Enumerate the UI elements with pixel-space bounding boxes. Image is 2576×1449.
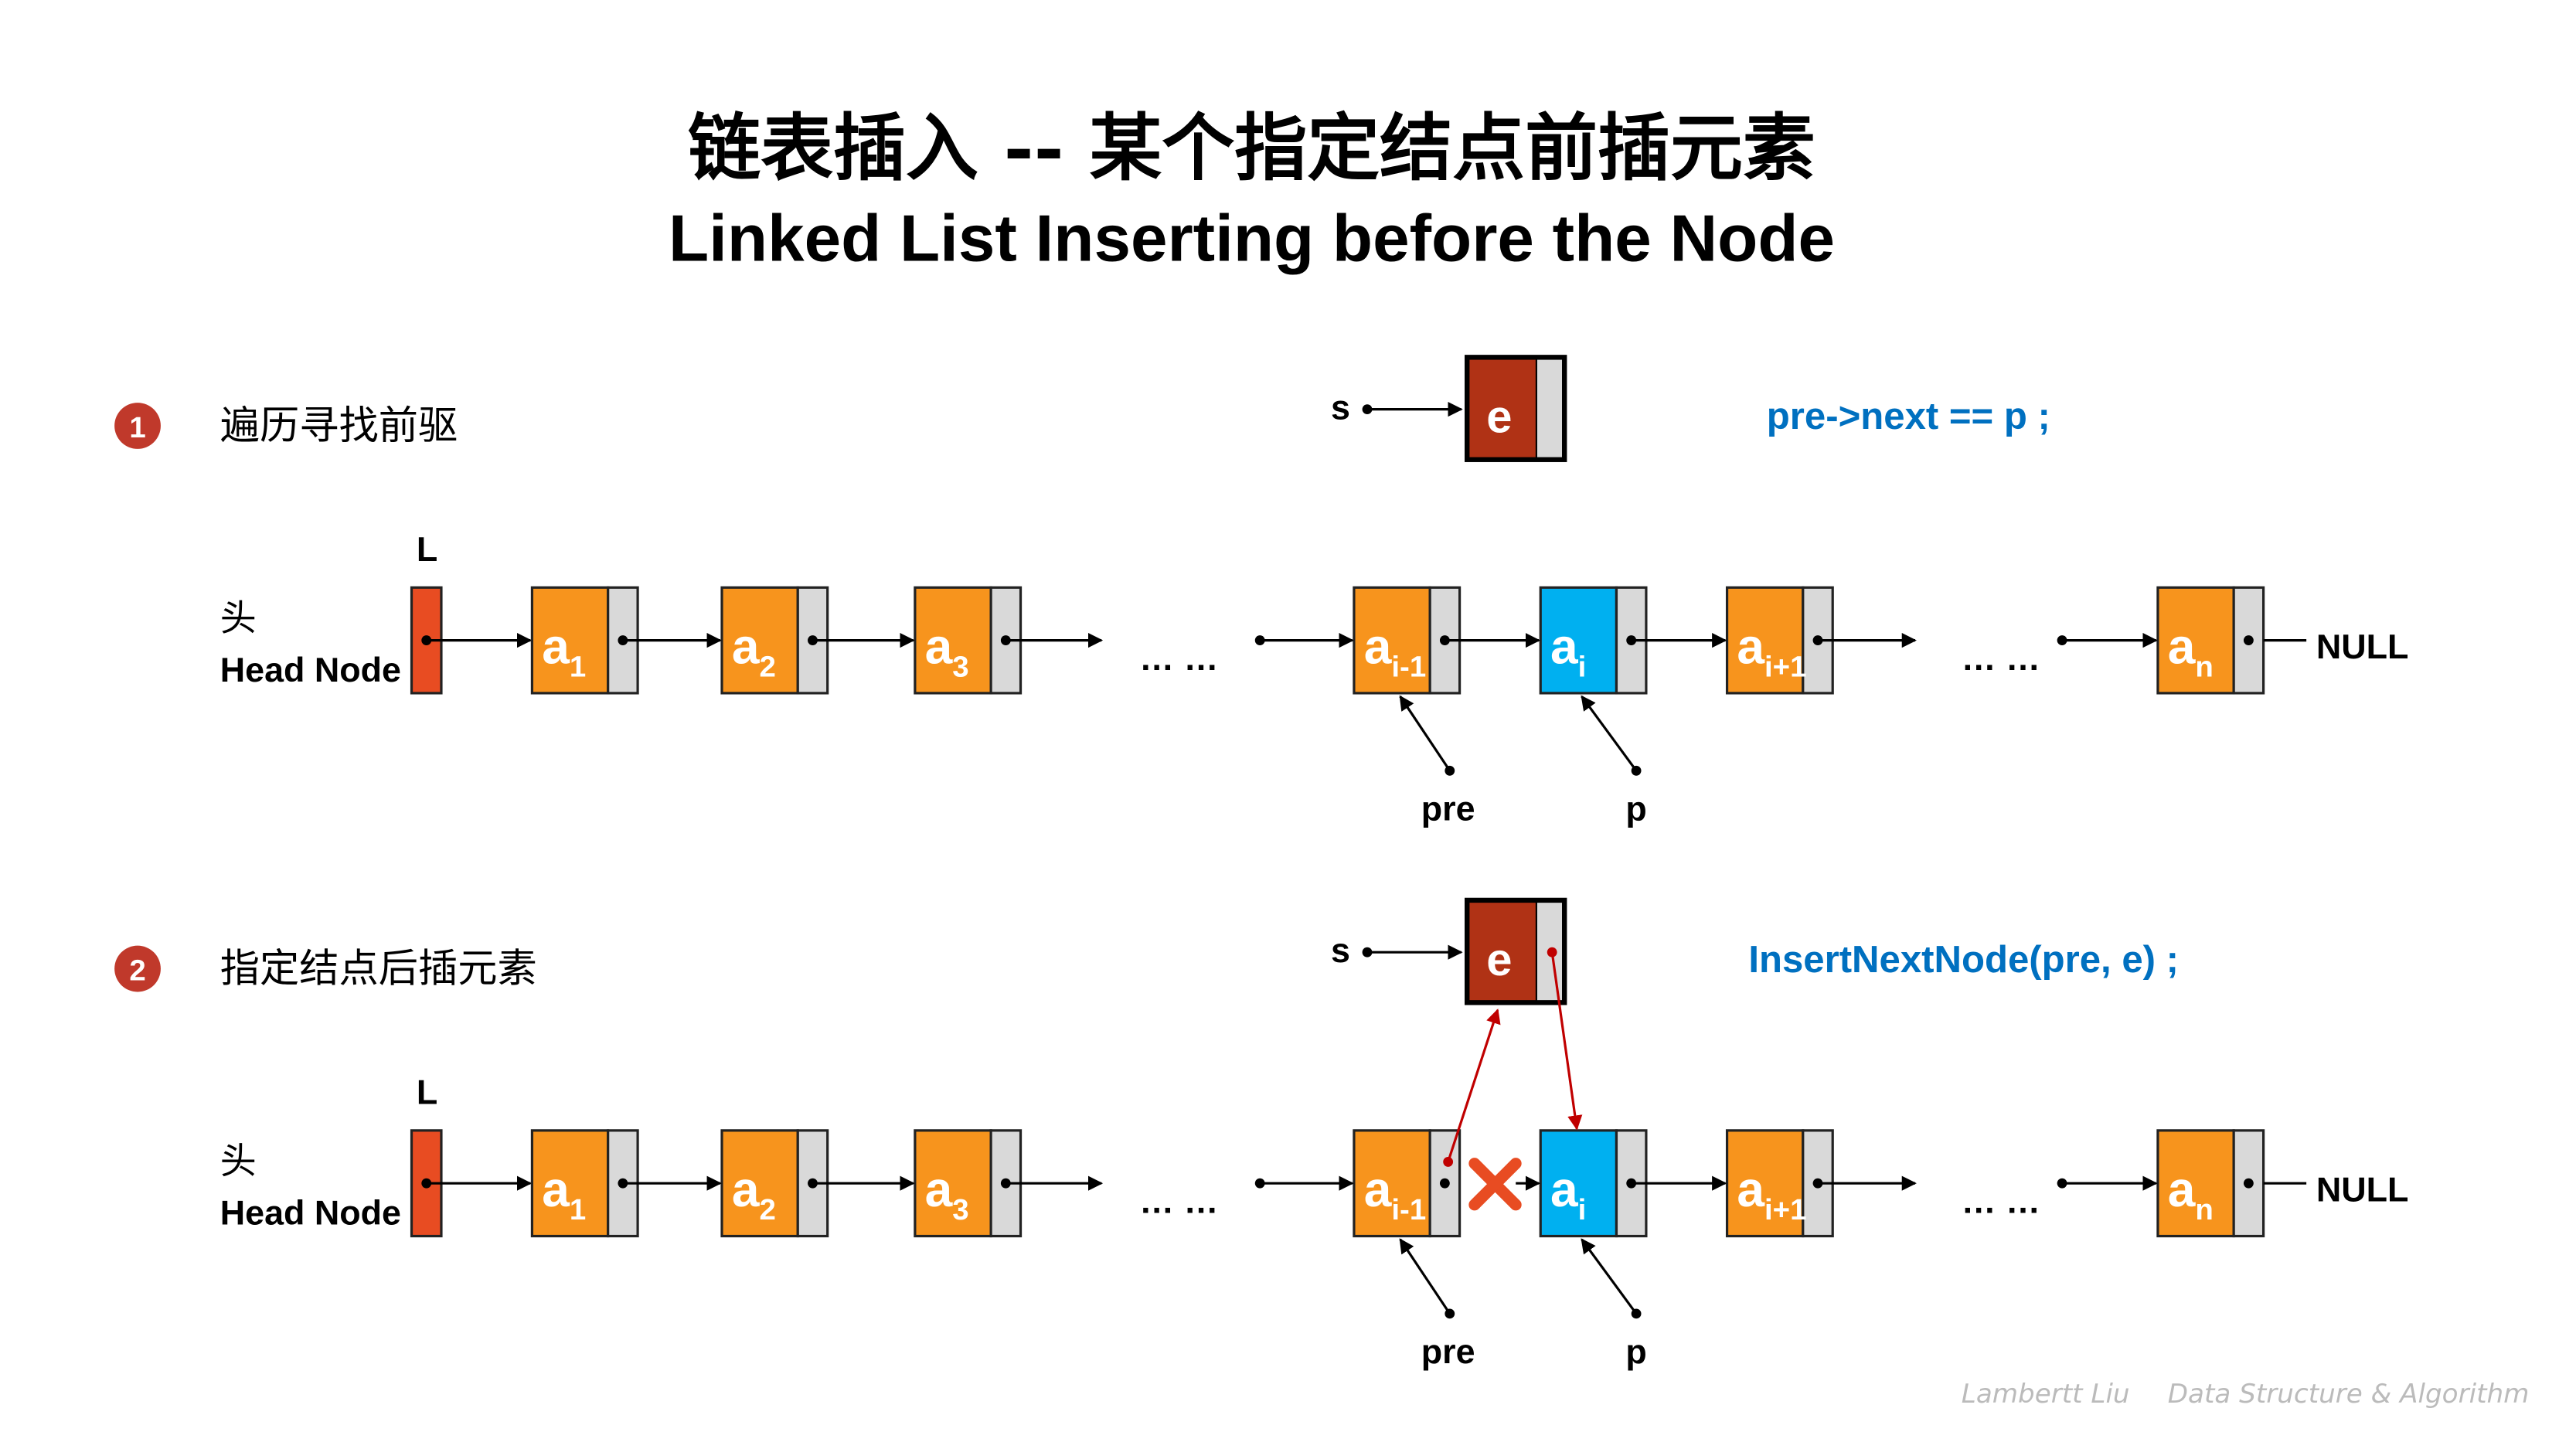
node-label-base: a bbox=[1550, 1162, 1579, 1217]
node-label-base: a bbox=[2168, 618, 2197, 674]
broken-link-x-icon bbox=[1468, 1158, 1522, 1211]
step-number: 2 bbox=[129, 954, 145, 988]
pre-pointer-arrow bbox=[1399, 1238, 1451, 1315]
new-pointer-label: s bbox=[1331, 387, 1350, 427]
list-pointer-label: L bbox=[417, 529, 437, 569]
node-label-base: a bbox=[1364, 1162, 1393, 1217]
node-label-sub: i bbox=[1578, 1193, 1587, 1226]
p-label: p bbox=[1625, 788, 1646, 828]
footer-course: Data Structure & Algorithm bbox=[2168, 1379, 2530, 1410]
step-1-panel: 1 遍历寻找前驱 pre->next == p ;s eL头Head Node a1 a2… bbox=[114, 355, 2408, 828]
node-label-base: a bbox=[732, 618, 761, 674]
pre-label: pre bbox=[1421, 788, 1475, 828]
list-node: ai+1 bbox=[1725, 586, 1834, 695]
node-label-sub: i+1 bbox=[1764, 651, 1806, 684]
node-label-sub: 2 bbox=[759, 1193, 775, 1226]
diagram-canvas: 链表插入 -- 某个指定结点前插元素 Linked List Inserting… bbox=[114, 106, 2530, 1410]
node-label-sub: n bbox=[2195, 651, 2213, 684]
node-label-base: a bbox=[542, 1162, 570, 1217]
pre-label: pre bbox=[1421, 1332, 1475, 1371]
node-label-base: a bbox=[925, 1162, 954, 1217]
node-label-base: a bbox=[925, 618, 954, 674]
ellipsis: … … bbox=[1962, 638, 2040, 678]
head-label-cn: 头 bbox=[220, 1140, 257, 1182]
node-label-base: a bbox=[542, 618, 570, 674]
pointer-dot bbox=[1439, 1178, 1450, 1189]
node-label-base: a bbox=[732, 1162, 761, 1217]
node-label-base: a bbox=[1364, 618, 1393, 674]
pointer-dot bbox=[2243, 635, 2254, 645]
list-node: ai-1 bbox=[1353, 1129, 1462, 1238]
null-label: NULL bbox=[2316, 1170, 2409, 1209]
code-statement: pre->next == p ; bbox=[1767, 396, 2050, 437]
step-number: 1 bbox=[129, 411, 145, 444]
new-pointer-label: s bbox=[1331, 930, 1350, 970]
insert-arrow-to-new bbox=[1447, 1009, 1501, 1162]
node-label-sub: i-1 bbox=[1391, 651, 1426, 684]
node-label-base: a bbox=[1737, 618, 1765, 674]
list-node: a3 bbox=[914, 586, 1023, 695]
pre-pointer-arrow bbox=[1399, 695, 1451, 772]
new-node-label: e bbox=[1486, 934, 1512, 985]
ellipsis: … … bbox=[1139, 638, 1218, 678]
code-statement: InsertNextNode(pre, e) ; bbox=[1748, 939, 2179, 981]
list-node: ai-1 bbox=[1353, 586, 1462, 695]
list-node: ai bbox=[1539, 586, 1648, 695]
pointer-dot bbox=[2243, 1178, 2254, 1189]
list-node: a2 bbox=[720, 1129, 829, 1238]
node-label-sub: 3 bbox=[952, 651, 968, 684]
list-node: a3 bbox=[914, 1129, 1023, 1238]
node-label-base: a bbox=[1550, 618, 1579, 674]
title-cn: 链表插入 -- 某个指定结点前插元素 bbox=[688, 106, 1815, 191]
new-node-label: e bbox=[1486, 391, 1512, 443]
list-node: a2 bbox=[720, 586, 829, 695]
p-pointer-arrow bbox=[1581, 1238, 1638, 1315]
node-label-sub: 3 bbox=[952, 1193, 968, 1226]
node-label-sub: n bbox=[2195, 1193, 2213, 1226]
node-label-sub: i+1 bbox=[1764, 1193, 1806, 1226]
list-node: an bbox=[2156, 1129, 2265, 1238]
list-node: ai+1 bbox=[1725, 1129, 1834, 1238]
node-label-sub: i bbox=[1578, 651, 1587, 684]
title-en: Linked List Inserting before the Node bbox=[669, 202, 1835, 275]
head-label-en: Head Node bbox=[220, 1193, 401, 1233]
node-label-sub: 1 bbox=[570, 1193, 586, 1226]
node-label-base: a bbox=[1737, 1162, 1765, 1217]
node-label-sub: 2 bbox=[759, 651, 775, 684]
list-node: a1 bbox=[530, 586, 639, 695]
step-label: 遍历寻找前驱 bbox=[220, 403, 458, 449]
p-pointer-arrow bbox=[1581, 695, 1638, 772]
node-label-sub: i-1 bbox=[1391, 1193, 1426, 1226]
ellipsis: … … bbox=[1962, 1182, 2040, 1221]
new-node-pointer-field bbox=[1536, 359, 1562, 457]
head-label-en: Head Node bbox=[220, 650, 401, 689]
node-label-sub: 1 bbox=[570, 651, 586, 684]
null-label: NULL bbox=[2316, 627, 2409, 666]
node-label-base: a bbox=[2168, 1162, 2197, 1217]
list-pointer-label: L bbox=[417, 1073, 437, 1112]
p-label: p bbox=[1625, 1332, 1646, 1371]
ellipsis: … … bbox=[1139, 1182, 1218, 1221]
list-node: a1 bbox=[530, 1129, 639, 1238]
list-node: an bbox=[2156, 586, 2265, 695]
step-label: 指定结点后插元素 bbox=[220, 946, 537, 992]
head-label-cn: 头 bbox=[220, 597, 257, 640]
list-node: ai bbox=[1539, 1129, 1648, 1238]
step-2-panel: 2 指定结点后插元素 InsertNextNode(pre, e) ; s e L 头 Hea… bbox=[114, 897, 2409, 1371]
footer-author: Lambertt Liu bbox=[1962, 1379, 2130, 1410]
